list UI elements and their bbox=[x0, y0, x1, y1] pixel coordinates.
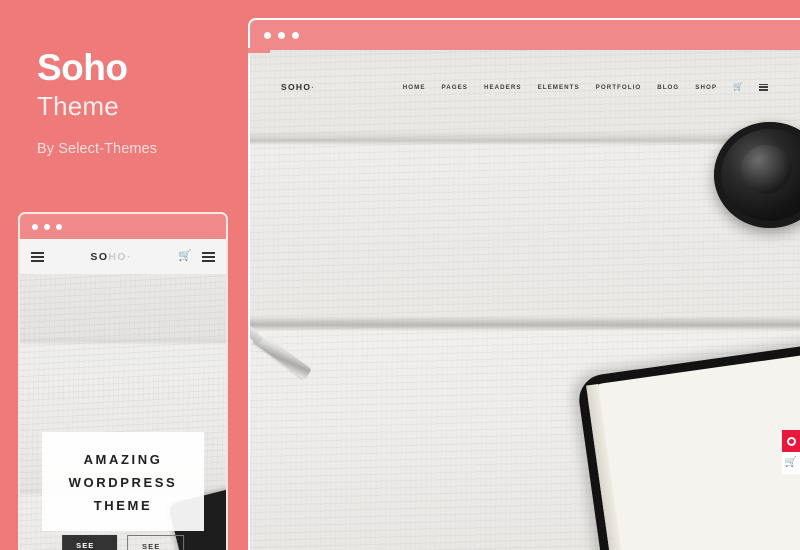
target-ring-icon bbox=[786, 436, 796, 446]
see-more-secondary-button[interactable]: SEE MORE bbox=[127, 535, 184, 550]
desktop-hero-photo bbox=[250, 50, 800, 550]
desktop-site-nav: SOHO· HOME PAGES HEADERS ELEMENTS PORTFO… bbox=[250, 72, 800, 102]
blade-decoration bbox=[252, 331, 312, 380]
floating-side-widgets: 🛒 bbox=[782, 430, 800, 474]
cart-icon: 🛒 bbox=[784, 457, 798, 468]
desktop-site-logo[interactable]: SOHO· bbox=[281, 82, 315, 92]
desktop-browser-chrome bbox=[250, 20, 800, 50]
theme-author: By Select-Themes bbox=[37, 141, 158, 158]
mobile-preview-window[interactable]: SOHO· 🛒 AMAZING WORDPRESS THEME SEE MORE… bbox=[18, 212, 228, 550]
menu-item-shop[interactable]: SHOP bbox=[695, 84, 717, 91]
desktop-menu: HOME PAGES HEADERS ELEMENTS PORTFOLIO BL… bbox=[403, 83, 800, 91]
desktop-preview-window[interactable]: SOHO· HOME PAGES HEADERS ELEMENTS PORTFO… bbox=[248, 18, 800, 550]
mobile-nav-actions: 🛒 bbox=[178, 251, 215, 262]
menu-item-blog[interactable]: BLOG bbox=[657, 84, 679, 91]
title-block: Soho Theme By Select-Themes bbox=[37, 47, 237, 158]
logo-text: SOHO bbox=[281, 82, 312, 92]
hamburger-icon[interactable] bbox=[31, 251, 44, 262]
page-title: Soho bbox=[37, 47, 128, 88]
menu-item-headers[interactable]: HEADERS bbox=[484, 84, 522, 91]
cart-icon[interactable]: 🛒 bbox=[733, 83, 743, 91]
camera-lens-decoration bbox=[714, 122, 800, 228]
logo-tail-text: · bbox=[311, 82, 316, 92]
window-dot-close[interactable] bbox=[32, 223, 38, 230]
see-more-primary-button[interactable]: SEE MORE bbox=[62, 535, 117, 550]
window-dot-minimize[interactable] bbox=[44, 223, 50, 230]
mobile-browser-chrome bbox=[20, 214, 226, 239]
menu-item-portfolio[interactable]: PORTFOLIO bbox=[596, 84, 642, 91]
hamburger-icon[interactable] bbox=[202, 251, 215, 262]
menu-item-elements[interactable]: ELEMENTS bbox=[538, 84, 580, 91]
window-dot-minimize[interactable] bbox=[278, 31, 285, 39]
mobile-site-logo[interactable]: SOHO· bbox=[44, 251, 178, 263]
browser-tab-indicator bbox=[247, 48, 270, 53]
settings-widget-button[interactable] bbox=[782, 430, 800, 452]
mobile-hero-buttons: SEE MORE SEE MORE bbox=[62, 535, 184, 550]
mobile-site-viewport: SOHO· 🛒 AMAZING WORDPRESS THEME SEE MORE… bbox=[20, 239, 226, 550]
hero-line-3: THEME bbox=[93, 498, 153, 514]
menu-item-pages[interactable]: PAGES bbox=[442, 84, 468, 91]
mobile-hero-card: AMAZING WORDPRESS THEME bbox=[42, 432, 204, 532]
logo-lead-text: SO bbox=[90, 250, 109, 263]
window-dot-maximize[interactable] bbox=[56, 223, 62, 230]
theme-subtitle: Theme bbox=[37, 90, 119, 121]
cart-icon[interactable]: 🛒 bbox=[178, 251, 192, 262]
hamburger-icon[interactable] bbox=[759, 83, 768, 91]
left-info-panel: Soho Theme By Select-Themes SOHO· 🛒 AMAZ… bbox=[0, 0, 248, 550]
logo-tail-text: HO· bbox=[108, 250, 132, 263]
window-dot-maximize[interactable] bbox=[292, 31, 299, 39]
notebook-decoration bbox=[575, 340, 800, 550]
window-dot-close[interactable] bbox=[264, 31, 271, 39]
mobile-site-nav: SOHO· 🛒 bbox=[20, 239, 226, 274]
hero-line-1: AMAZING bbox=[83, 452, 163, 467]
menu-item-home[interactable]: HOME bbox=[403, 84, 426, 91]
hero-line-2: WORDPRESS bbox=[68, 475, 178, 491]
cart-widget-button[interactable]: 🛒 bbox=[782, 452, 800, 474]
